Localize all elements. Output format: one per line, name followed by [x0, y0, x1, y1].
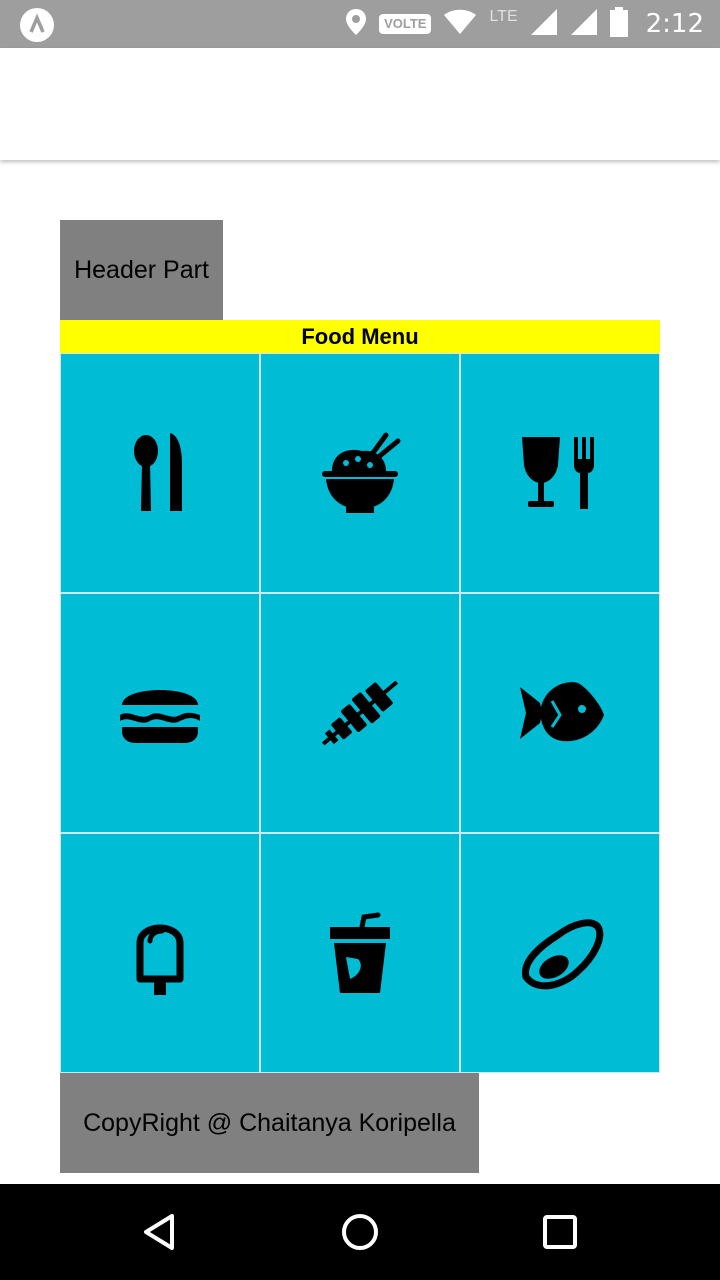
status-bar: VOLTE LTE 2:12 — [0, 0, 720, 48]
back-button[interactable] — [136, 1208, 184, 1256]
header-label: Header Part — [74, 255, 209, 284]
food-menu-title: Food Menu — [301, 323, 419, 349]
clock: 2:12 — [645, 9, 704, 39]
signal-icon — [570, 8, 598, 41]
menu-item-kebab[interactable] — [260, 593, 460, 833]
menu-item-utensils[interactable] — [60, 353, 260, 593]
rice-bowl-icon — [322, 432, 401, 513]
menu-item-fish[interactable] — [460, 593, 660, 833]
avocado-icon — [522, 919, 604, 990]
home-button[interactable] — [336, 1208, 384, 1256]
lte-label: LTE — [489, 8, 518, 25]
hamburger-icon — [120, 690, 200, 743]
food-menu-grid — [60, 353, 660, 1073]
location-icon — [345, 8, 367, 41]
utensils-icon — [134, 433, 182, 511]
app-bar — [0, 48, 720, 160]
footer: CopyRight @ Chaitanya Koripella — [60, 1073, 479, 1173]
fish-icon — [520, 682, 604, 742]
wifi-icon — [443, 9, 477, 40]
app-screen: VOLTE LTE 2:12 Header Part Food Menu Cop… — [0, 0, 720, 1280]
volte-badge: VOLTE — [379, 14, 432, 34]
back-icon — [144, 1214, 174, 1250]
menu-item-rice-bowl[interactable] — [260, 353, 460, 593]
navigation-bar — [0, 1184, 720, 1280]
home-icon — [342, 1214, 378, 1250]
recents-button[interactable] — [536, 1208, 584, 1256]
menu-item-avocado[interactable] — [460, 833, 660, 1073]
signal-icon — [530, 8, 558, 41]
header-part: Header Part — [60, 220, 223, 320]
food-menu-title-bar: Food Menu — [60, 320, 660, 353]
kebab-icon — [321, 680, 399, 746]
menu-item-ice-cream[interactable] — [60, 833, 260, 1073]
copyright-label: CopyRight @ Chaitanya Koripella — [83, 1108, 456, 1137]
recents-icon — [543, 1215, 577, 1249]
ice-cream-icon — [136, 924, 184, 995]
menu-item-wine-fork[interactable] — [460, 353, 660, 593]
menu-item-hamburger[interactable] — [60, 593, 260, 833]
battery-icon — [609, 6, 628, 42]
menu-item-drink-cup[interactable] — [260, 833, 460, 1073]
app-notification-icon — [20, 8, 54, 42]
wine-fork-icon — [522, 437, 594, 509]
drink-cup-icon — [330, 912, 390, 993]
